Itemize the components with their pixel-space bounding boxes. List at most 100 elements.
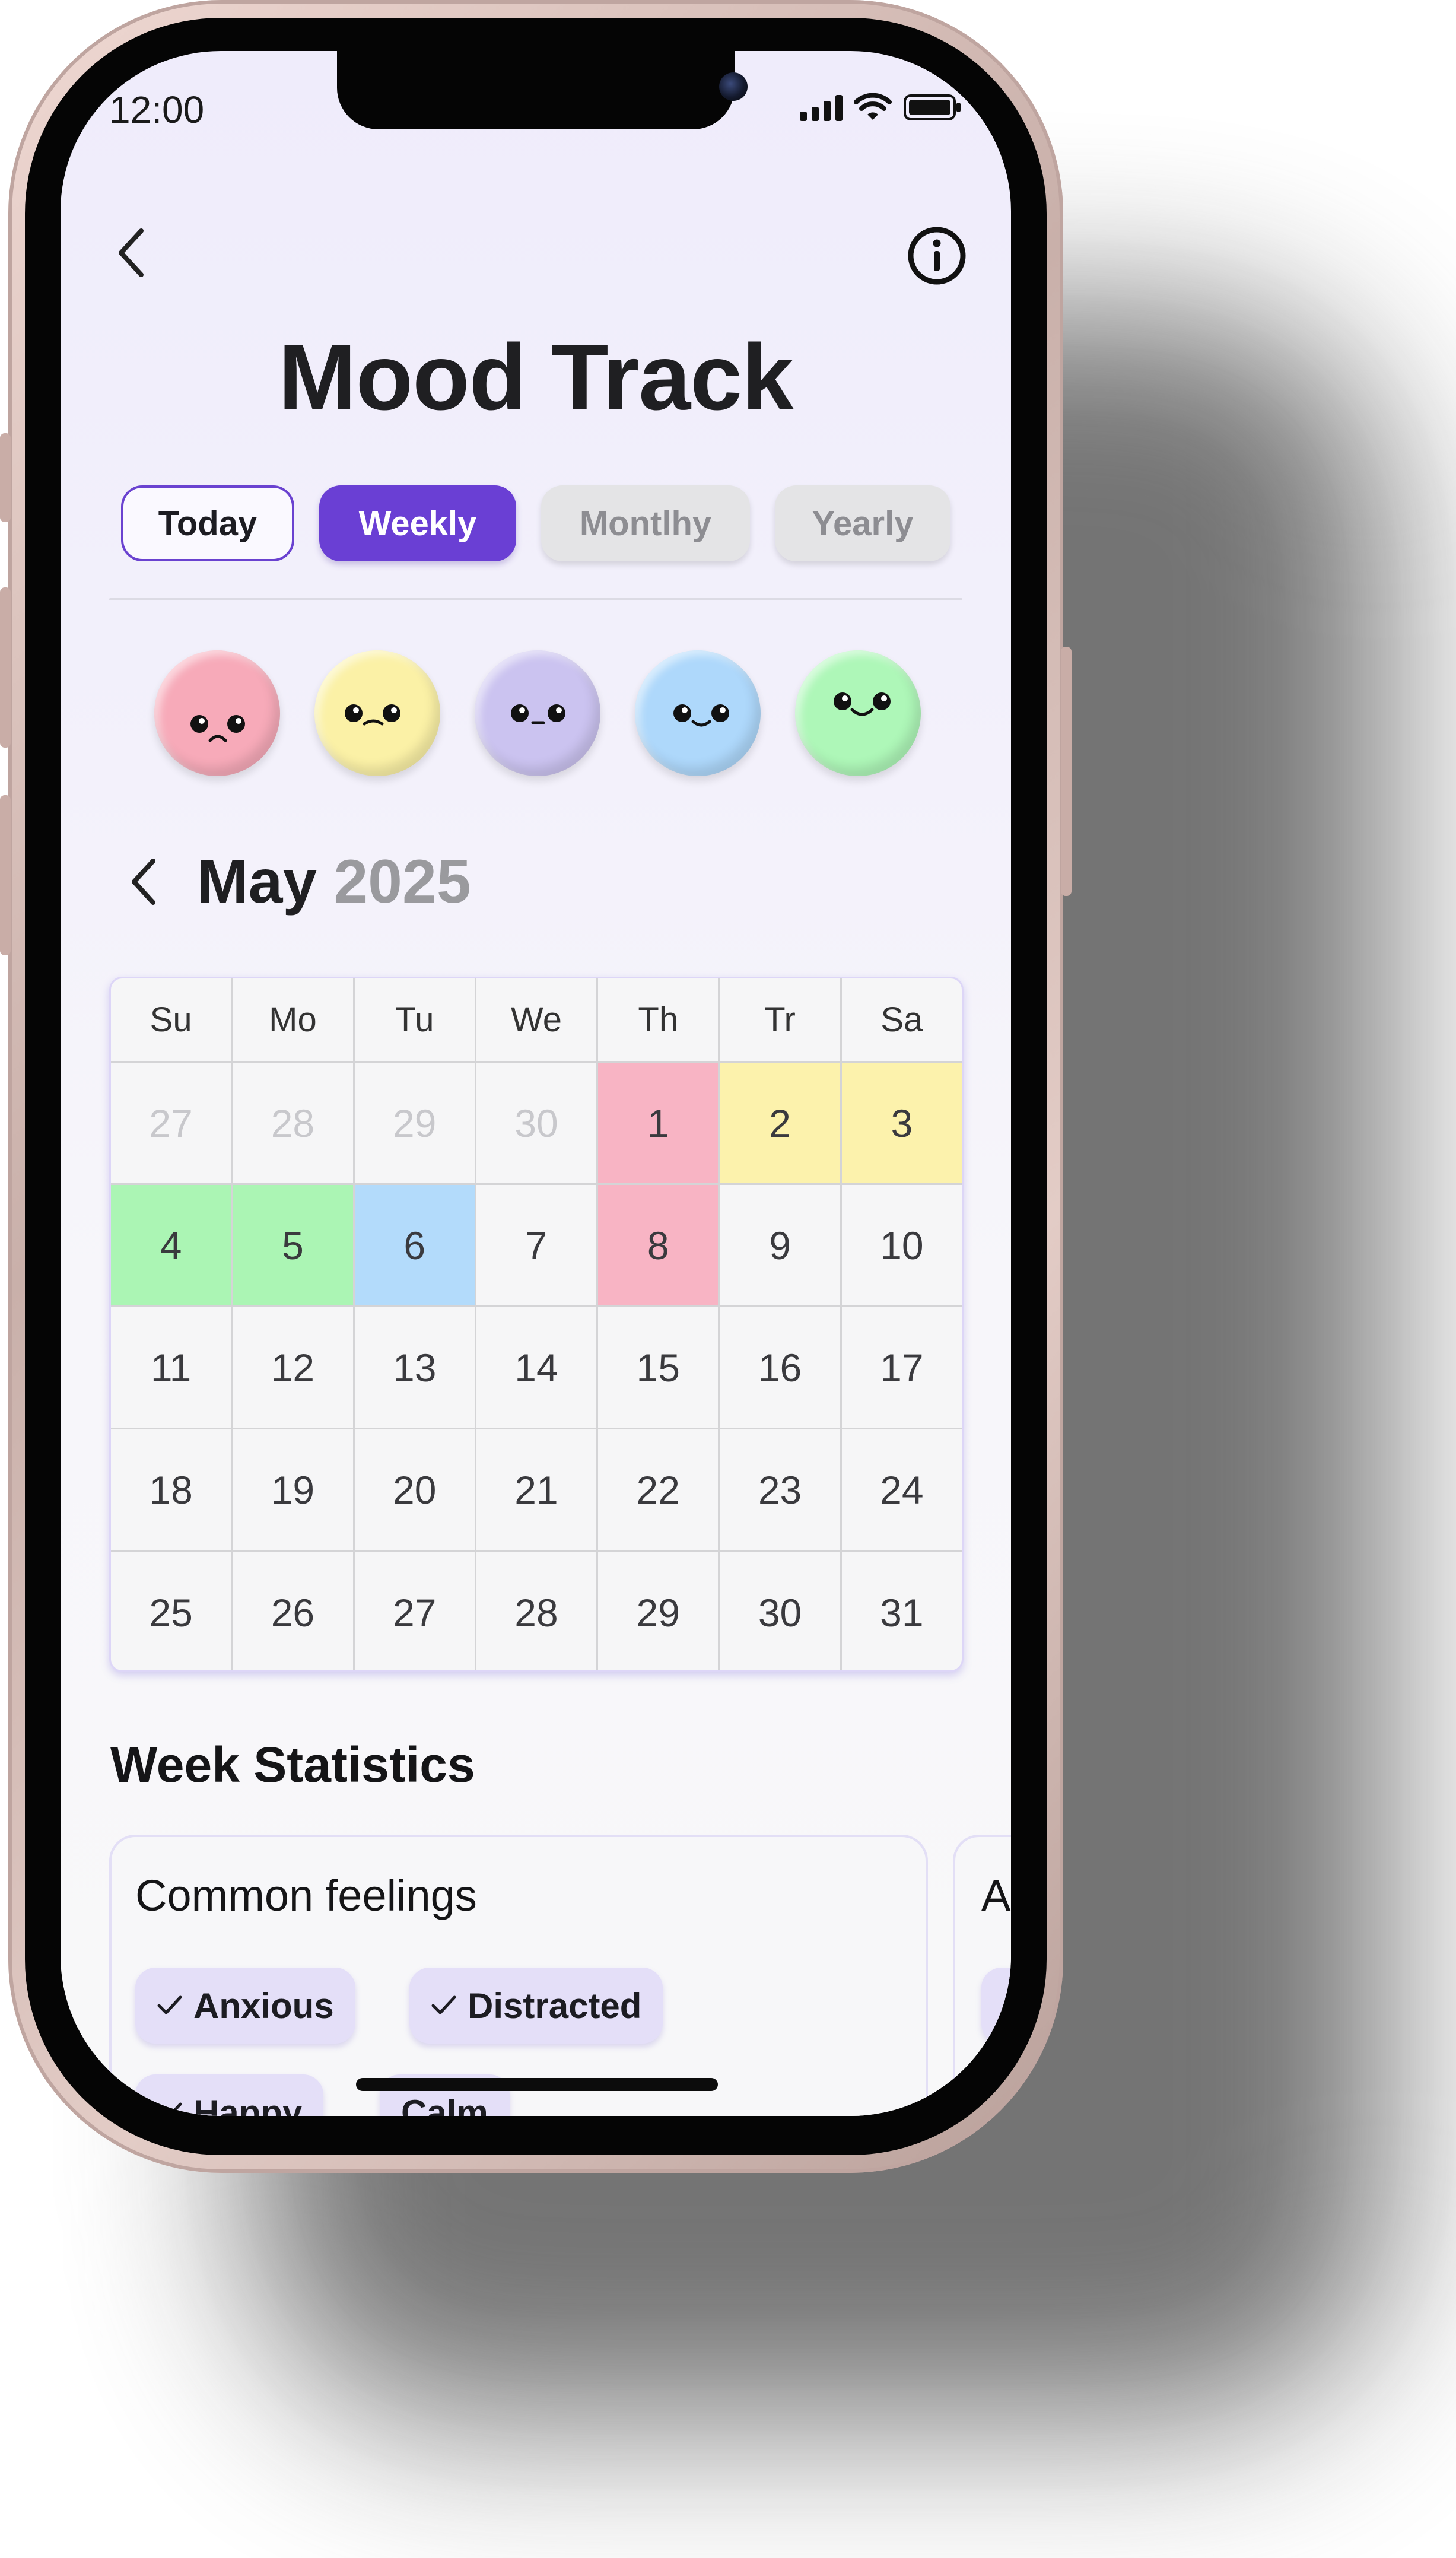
- info-button[interactable]: [904, 223, 969, 288]
- status-time: 12:00: [109, 88, 205, 131]
- mood-neutral-icon[interactable]: [475, 650, 600, 776]
- calendar-day[interactable]: 29: [598, 1552, 720, 1670]
- calendar-day[interactable]: 12: [233, 1307, 355, 1429]
- notch: [337, 51, 748, 129]
- divider: [109, 598, 962, 600]
- calendar-day[interactable]: 29: [354, 1063, 476, 1185]
- month-header: May 2025: [120, 840, 471, 923]
- chip-label: Calm: [401, 2092, 488, 2117]
- calendar-day[interactable]: 22: [598, 1429, 720, 1552]
- calendar-day[interactable]: 28: [476, 1552, 599, 1670]
- camera-icon: [719, 72, 748, 101]
- check-icon: [157, 1995, 183, 2016]
- back-button[interactable]: [102, 223, 161, 282]
- weekday-label: Th: [598, 978, 720, 1063]
- card-title: Common feelings: [135, 1871, 477, 1920]
- wifi-icon: [854, 93, 892, 120]
- calendar-day[interactable]: 30: [720, 1552, 842, 1670]
- home-indicator[interactable]: [356, 2078, 718, 2091]
- calendar-day[interactable]: 14: [476, 1307, 599, 1429]
- calendar-day[interactable]: 23: [720, 1429, 842, 1552]
- calendar-week: 18 19 20 21 22 23 24: [111, 1429, 962, 1552]
- calendar-week: 4 5 6 7 8 9 10: [111, 1185, 962, 1307]
- week-statistics-title: Week Statistics: [110, 1737, 475, 1793]
- calendar-day[interactable]: 2: [720, 1063, 842, 1185]
- chip-partial[interactable]: [981, 1968, 1011, 2044]
- calendar-day[interactable]: 5: [233, 1185, 355, 1307]
- month-name: May: [197, 847, 317, 916]
- calendar-day[interactable]: 7: [476, 1185, 599, 1307]
- signal-icon: [800, 94, 843, 121]
- calendar-day[interactable]: 27: [355, 1552, 476, 1670]
- calendar-day[interactable]: 13: [354, 1307, 476, 1429]
- calendar-day[interactable]: 20: [354, 1429, 476, 1552]
- calendar-day[interactable]: 27: [111, 1063, 233, 1185]
- calendar-day[interactable]: 26: [233, 1552, 355, 1670]
- chip-label: Distracted: [468, 1985, 642, 2026]
- mood-content-icon[interactable]: [635, 650, 761, 776]
- calendar-day[interactable]: 3: [841, 1063, 962, 1185]
- calendar-day[interactable]: 16: [720, 1307, 842, 1429]
- mood-selector: [154, 650, 926, 781]
- calendar-day[interactable]: 24: [841, 1429, 962, 1552]
- prev-month-button[interactable]: [120, 852, 167, 911]
- card-title: A: [981, 1871, 1011, 1920]
- chevron-left-icon: [132, 859, 155, 905]
- side-button-volume-down: [0, 795, 11, 955]
- side-button-silent: [0, 433, 11, 522]
- chevron-left-icon: [119, 228, 144, 277]
- weekday-label: Mo: [233, 978, 355, 1063]
- calendar-day[interactable]: 9: [720, 1185, 842, 1307]
- calendar-day[interactable]: 6: [354, 1185, 476, 1307]
- side-button-power: [1061, 647, 1072, 896]
- side-button-volume-up: [0, 587, 11, 748]
- feeling-chip-happy[interactable]: Happy: [135, 2074, 324, 2117]
- status-icons: [800, 93, 962, 122]
- common-feelings-card: Common feelings Anxious Distracted Happy…: [109, 1835, 928, 2116]
- calendar-day[interactable]: 10: [841, 1185, 962, 1307]
- calendar-day[interactable]: 1: [598, 1063, 720, 1185]
- secondary-stat-card: A: [953, 1835, 1011, 2116]
- weekday-label: Sa: [841, 978, 962, 1063]
- calendar-day[interactable]: 21: [476, 1429, 599, 1552]
- weekday-label: Tr: [720, 978, 842, 1063]
- feeling-chip-anxious[interactable]: Anxious: [135, 1968, 355, 2044]
- weekday-label: Tu: [354, 978, 476, 1063]
- mood-sad-icon[interactable]: [154, 650, 280, 776]
- mood-meh-icon[interactable]: [314, 650, 440, 776]
- page-title: Mood Track: [278, 325, 794, 430]
- tab-today[interactable]: Today: [121, 485, 294, 561]
- year-name: 2025: [333, 847, 471, 916]
- calendar-day[interactable]: 30: [476, 1063, 599, 1185]
- check-icon: [157, 2102, 183, 2116]
- calendar-day[interactable]: 4: [111, 1185, 233, 1307]
- calendar-day[interactable]: 28: [233, 1063, 355, 1185]
- calendar-day[interactable]: 31: [842, 1552, 962, 1670]
- tab-yearly[interactable]: Yearly: [775, 485, 950, 561]
- app-screen: 12:00 Mood Track Today Weekly Montlhy Ye…: [61, 51, 1011, 2116]
- info-icon: [908, 227, 966, 285]
- calendar-week: 25 26 27 28 29 30 31: [111, 1552, 962, 1670]
- feeling-chip-distracted[interactable]: Distracted: [409, 1968, 663, 2044]
- weekday-header: Su Mo Tu We Th Tr Sa: [111, 978, 962, 1063]
- period-tabs: Today Weekly Montlhy Yearly: [121, 485, 952, 564]
- calendar-day[interactable]: 17: [841, 1307, 962, 1429]
- calendar-day[interactable]: 19: [233, 1429, 355, 1552]
- calendar-day[interactable]: 18: [111, 1429, 233, 1552]
- calendar-day[interactable]: 15: [598, 1307, 720, 1429]
- calendar-week: 27 28 29 30 1 2 3: [111, 1063, 962, 1185]
- mood-happy-icon[interactable]: [795, 650, 921, 776]
- battery-icon: [904, 94, 961, 120]
- calendar-day[interactable]: 8: [598, 1185, 720, 1307]
- check-icon: [431, 1995, 457, 2016]
- weekday-label: Su: [111, 978, 233, 1063]
- weekday-label: We: [476, 978, 599, 1063]
- tab-weekly[interactable]: Weekly: [319, 485, 516, 561]
- calendar-grid: Su Mo Tu We Th Tr Sa 27 28 29 30 1 2 3 4…: [109, 977, 964, 1672]
- chip-label: Happy: [193, 2092, 303, 2117]
- calendar-day[interactable]: 25: [111, 1552, 233, 1670]
- calendar-week: 11 12 13 14 15 16 17: [111, 1307, 962, 1429]
- calendar-day[interactable]: 11: [111, 1307, 233, 1429]
- tab-monthly[interactable]: Montlhy: [541, 485, 750, 561]
- chip-label: Anxious: [193, 1985, 334, 2026]
